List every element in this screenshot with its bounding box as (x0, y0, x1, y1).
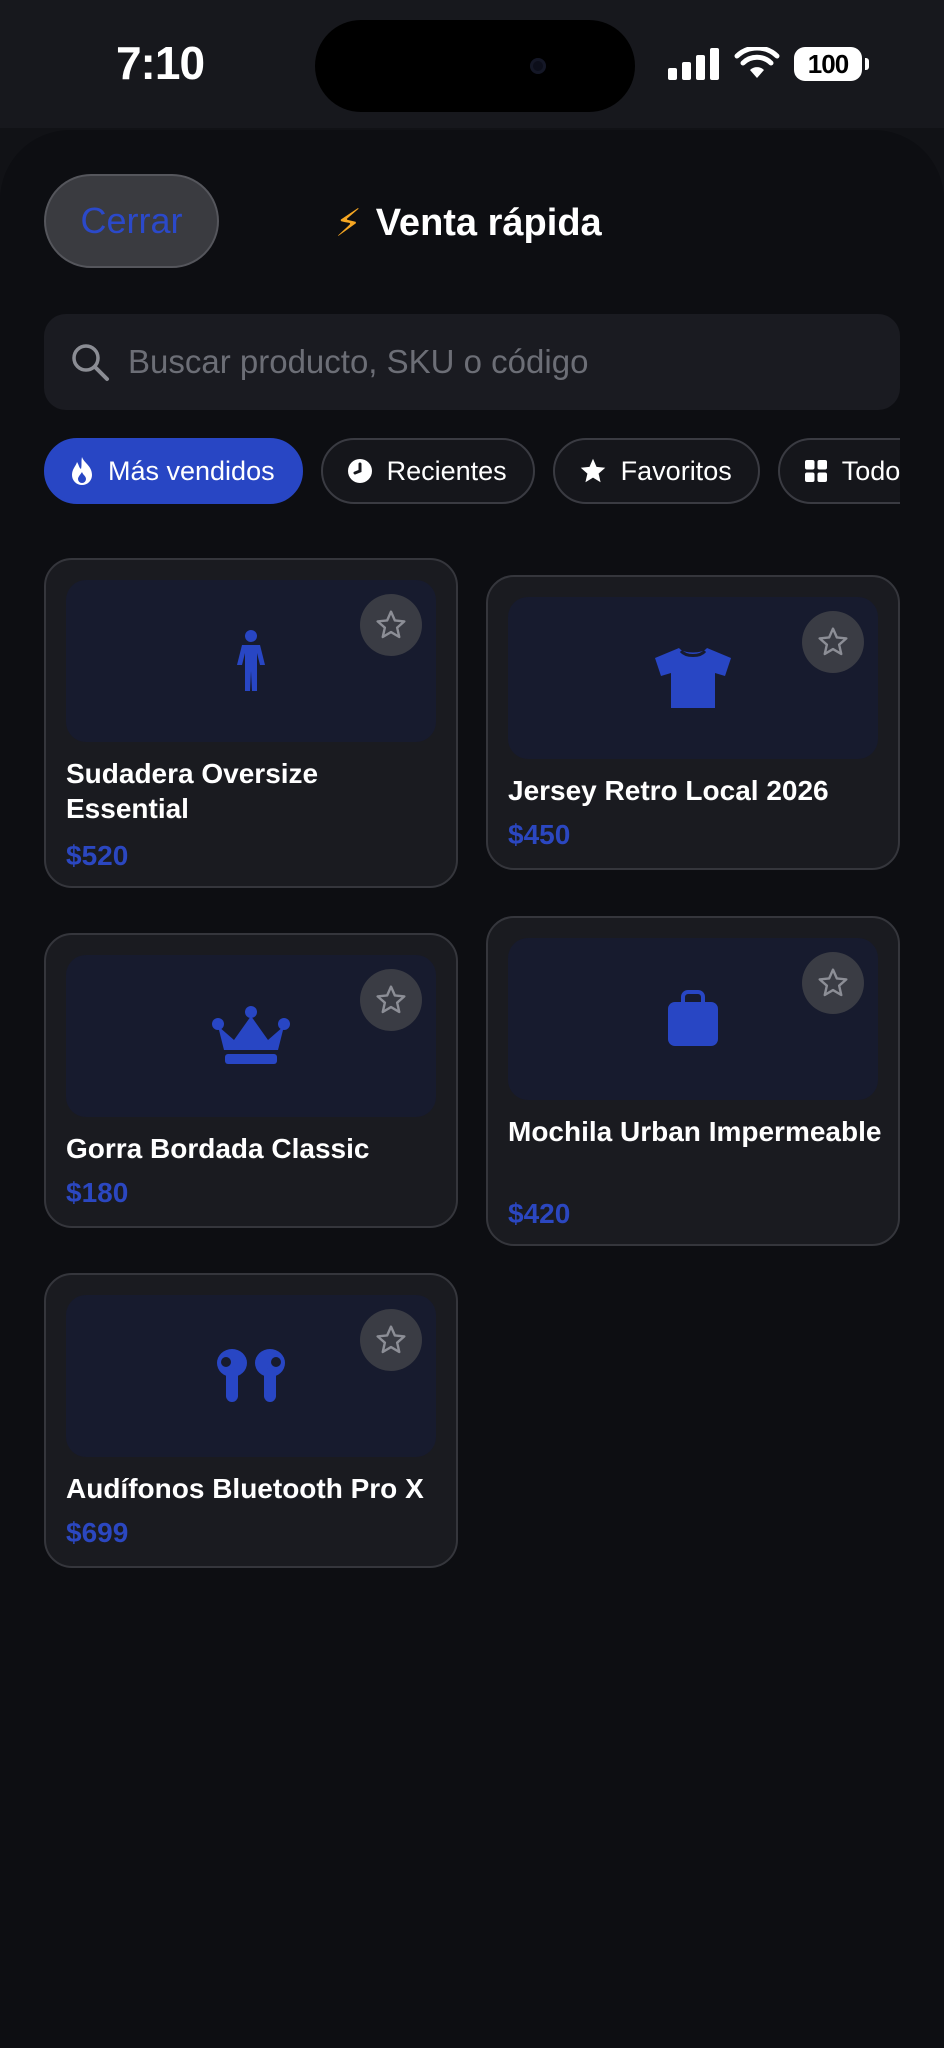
chip-recientes[interactable]: Recientes (320, 438, 535, 504)
chip-label: Todos (841, 455, 900, 486)
chip-favoritos[interactable]: Favoritos (552, 438, 760, 504)
status-bar: 7:10 100 (0, 0, 944, 128)
star-outline-icon (818, 627, 848, 656)
product-price: $520 (66, 840, 129, 871)
dynamic-island (315, 20, 635, 112)
product-card[interactable]: Sudadera Oversize Essential $520 (44, 558, 458, 888)
bag-icon (668, 990, 718, 1046)
product-price: $180 (66, 1177, 129, 1208)
earbuds-icon (217, 1349, 285, 1402)
product-name: Jersey Retro Local 2026 (508, 775, 829, 806)
favorite-button[interactable] (360, 1309, 422, 1371)
favorite-button[interactable] (360, 594, 422, 656)
favorite-button[interactable] (360, 969, 422, 1031)
chip-todos[interactable]: Todos (777, 438, 900, 504)
favorite-button[interactable] (802, 952, 864, 1014)
product-thumbnail (508, 597, 878, 759)
close-button[interactable]: Cerrar (44, 174, 219, 268)
quick-sale-sheet: Cerrar ⚡ Venta rápida Más vendidos (0, 130, 944, 2048)
person-icon (237, 630, 265, 691)
search-icon (72, 344, 109, 381)
battery-indicator: 100 (794, 47, 869, 81)
status-time: 7:10 (115, 37, 205, 89)
clock-icon (347, 459, 372, 483)
search-bar[interactable] (44, 314, 900, 410)
lightning-icon: ⚡ (335, 202, 362, 245)
fire-icon (72, 457, 92, 485)
product-name: Sudadera Oversize Essential (66, 758, 319, 824)
product-card[interactable]: Audífonos Bluetooth Pro X $699 (44, 1273, 458, 1568)
product-card[interactable]: Mochila Urban Impermeable $420 (486, 916, 900, 1246)
star-outline-icon (376, 1325, 406, 1354)
star-outline-icon (818, 968, 848, 997)
product-price: $450 (508, 819, 571, 850)
status-icons: 100 (668, 44, 869, 84)
camera-dot (530, 58, 546, 74)
product-card[interactable]: Jersey Retro Local 2026 $450 (486, 575, 900, 870)
product-card[interactable]: Gorra Bordada Classic $180 (44, 933, 458, 1228)
tshirt-icon (655, 648, 731, 708)
chip-label: Favoritos (620, 455, 732, 486)
wifi-icon (734, 47, 780, 78)
product-thumbnail (66, 580, 436, 742)
favorite-button[interactable] (802, 611, 864, 673)
crown-icon (212, 1006, 290, 1064)
star-outline-icon (376, 985, 406, 1014)
cellular-signal-icon (668, 48, 719, 80)
product-price: $420 (508, 1198, 571, 1229)
product-name: Mochila Urban Impermeable (508, 1116, 882, 1147)
star-outline-icon (376, 610, 406, 639)
product-thumbnail (508, 938, 878, 1100)
chip-mas-vendidos[interactable]: Más vendidos (44, 438, 303, 504)
product-name: Gorra Bordada Classic (66, 1133, 370, 1164)
product-thumbnail (66, 955, 436, 1117)
sheet-title-text: Venta rápida (375, 201, 602, 244)
filter-chips: Más vendidos Recientes Favoritos Todo (44, 438, 900, 508)
sheet-title: ⚡ Venta rápida (335, 200, 602, 246)
chip-label: Recientes (386, 455, 507, 486)
product-price: $699 (66, 1517, 129, 1548)
star-icon (580, 458, 605, 483)
product-thumbnail (66, 1295, 436, 1457)
grid-icon (804, 460, 827, 482)
product-name: Audífonos Bluetooth Pro X (66, 1473, 424, 1504)
search-input[interactable] (128, 332, 900, 392)
chip-label: Más vendidos (108, 455, 275, 486)
